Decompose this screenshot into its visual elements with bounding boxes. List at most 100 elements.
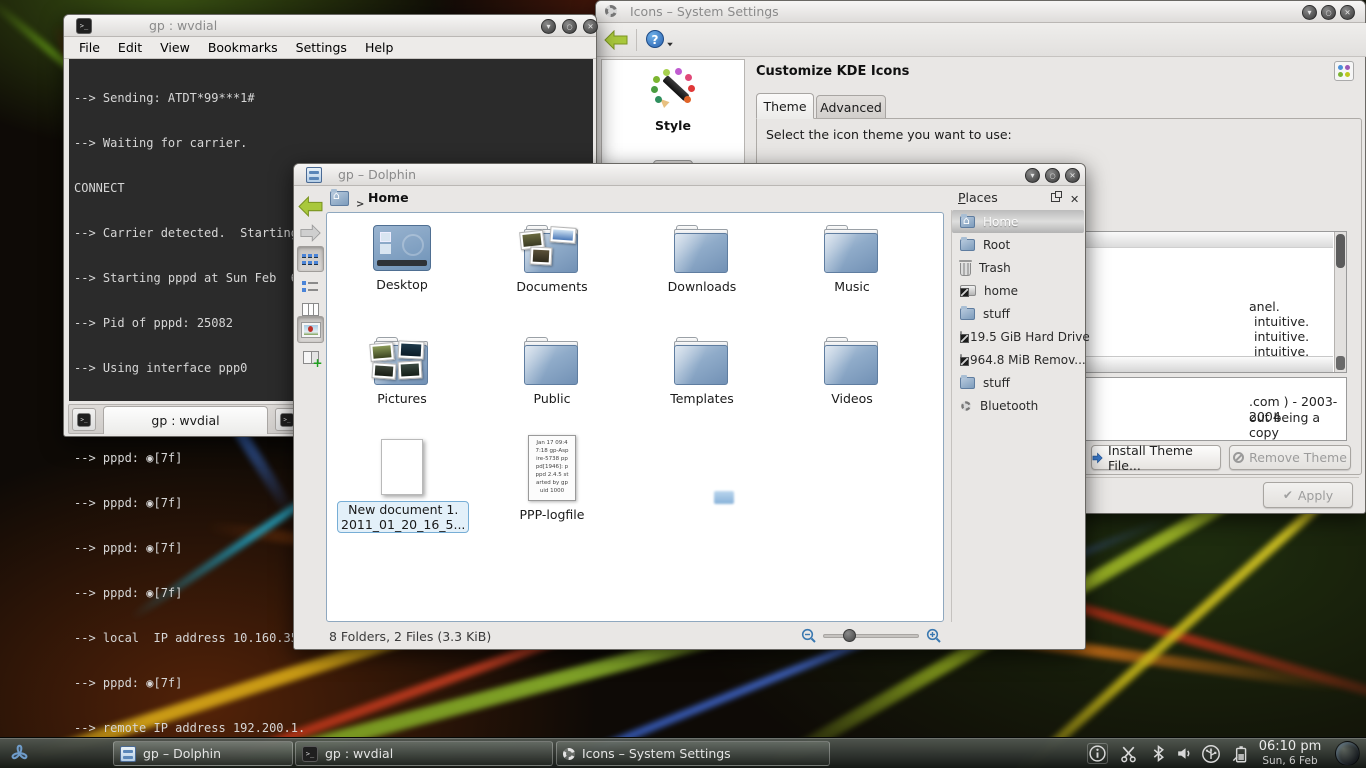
place-removable[interactable]: 964.8 MiB Remov...	[952, 348, 1084, 371]
zoom-slider-handle[interactable]	[843, 629, 856, 642]
app-launcher-icon[interactable]	[6, 740, 33, 767]
place-home[interactable]: Home	[952, 210, 1084, 233]
preview-icon	[302, 323, 320, 337]
taskbar-panel: gp – Dolphin gp : wvdial Icons – System …	[0, 737, 1366, 768]
place-bluetooth[interactable]: Bluetooth	[952, 394, 1084, 417]
apply-button[interactable]: ✔ Apply	[1263, 482, 1353, 508]
menu-file[interactable]: File	[70, 40, 109, 55]
sidebar-item-label: Style	[602, 118, 744, 133]
minimize-button[interactable]	[541, 19, 556, 34]
gear-icon	[563, 748, 575, 760]
folder-view[interactable]: Desktop Documents Downloads	[326, 212, 944, 622]
tab-gp-wvdial[interactable]: gp : wvdial	[103, 406, 268, 434]
file-item-pictures[interactable]: Pictures	[337, 337, 467, 406]
terminal-line: --> pppd: ◉[7f]	[74, 676, 588, 691]
place-trash[interactable]: Trash	[952, 256, 1084, 279]
breadcrumb-home-icon[interactable]	[330, 191, 350, 208]
window-title: gp : wvdial	[149, 18, 217, 33]
chevron-down-icon[interactable]	[667, 43, 673, 47]
icon-sizes-icon[interactable]	[1334, 61, 1354, 81]
file-item-new-document[interactable]: New document 1. 2011_01_20_16_5...	[337, 439, 467, 533]
maximize-button[interactable]	[1045, 168, 1060, 183]
place-hard-drive[interactable]: 19.5 GiB Hard Drive	[952, 325, 1084, 348]
sidebar-item-style[interactable]: Style	[602, 66, 744, 152]
terminal-line: --> Waiting for carrier.	[74, 136, 588, 151]
back-arrow-icon[interactable]	[604, 30, 628, 50]
toolbar-separator	[636, 29, 637, 51]
remove-icon	[1233, 452, 1244, 463]
file-item-public[interactable]: Public	[487, 337, 617, 406]
clipboard-scissors-icon[interactable]	[1119, 744, 1138, 767]
place-home-partition[interactable]: home	[952, 279, 1084, 302]
notifications-icon[interactable]	[1087, 743, 1108, 764]
taskbar-task-dolphin[interactable]: gp – Dolphin	[113, 741, 293, 766]
forward-arrow-icon[interactable]	[300, 224, 321, 242]
install-theme-button[interactable]: Install Theme File...	[1091, 445, 1221, 470]
menu-edit[interactable]: Edit	[109, 40, 151, 55]
close-button[interactable]	[1340, 5, 1355, 20]
file-item-videos[interactable]: Videos	[787, 337, 917, 406]
close-panel-icon[interactable]	[1070, 188, 1079, 207]
device-notifier-icon[interactable]	[1201, 744, 1221, 768]
drive-icon	[960, 285, 976, 296]
panel-cashew-icon[interactable]	[1335, 741, 1360, 766]
install-arrow-icon	[1092, 452, 1103, 464]
status-text: 8 Folders, 2 Files (3.3 KiB)	[329, 629, 491, 644]
new-tab-button[interactable]	[72, 408, 96, 431]
icons-view-button[interactable]	[297, 246, 324, 272]
folder-icon	[637, 225, 767, 273]
breadcrumb[interactable]: Home	[368, 190, 409, 205]
close-button[interactable]	[583, 19, 598, 34]
zoom-slider-track[interactable]	[823, 634, 919, 638]
file-item-downloads[interactable]: Downloads	[637, 225, 767, 294]
tab-advanced[interactable]: Advanced	[816, 95, 886, 119]
list-text-fragment: intuitive.	[1254, 314, 1309, 329]
minimize-button[interactable]	[1025, 168, 1040, 183]
battery-icon[interactable]	[1230, 744, 1250, 768]
taskbar-task-system-settings[interactable]: Icons – System Settings	[556, 741, 830, 766]
place-stuff[interactable]: stuff	[952, 302, 1084, 325]
menu-help[interactable]: Help	[356, 40, 403, 55]
split-view-button[interactable]	[297, 346, 324, 368]
minimize-button[interactable]	[1302, 5, 1317, 20]
remove-theme-button[interactable]: Remove Theme	[1229, 445, 1351, 470]
scrollbar-handle[interactable]	[1336, 234, 1345, 268]
file-item-documents[interactable]: Documents	[487, 225, 617, 294]
bluetooth-icon[interactable]	[1149, 744, 1168, 767]
file-item-desktop[interactable]: Desktop	[337, 225, 467, 292]
terminal-icon	[76, 18, 92, 34]
konsole-titlebar[interactable]: gp : wvdial	[64, 15, 596, 37]
toolbar	[596, 23, 1366, 57]
list-scrollbar[interactable]	[1334, 232, 1346, 372]
float-panel-icon[interactable]	[1051, 193, 1060, 202]
details-view-button[interactable]	[297, 275, 324, 297]
drive-icon	[960, 331, 962, 342]
scrollbar-button[interactable]	[1336, 356, 1345, 370]
clock[interactable]: 06:10 pm Sun, 6 Feb	[1254, 739, 1326, 767]
drive-icon	[960, 354, 962, 365]
selected-file-label: New document 1. 2011_01_20_16_5...	[337, 501, 469, 533]
menu-bookmarks[interactable]: Bookmarks	[199, 40, 287, 55]
dolphin-titlebar[interactable]: gp – Dolphin	[294, 164, 1085, 186]
volume-icon[interactable]	[1175, 744, 1194, 767]
menu-settings[interactable]: Settings	[287, 40, 356, 55]
zoom-out-icon[interactable]	[801, 628, 817, 644]
file-item-templates[interactable]: Templates	[637, 337, 767, 406]
place-root[interactable]: Root	[952, 233, 1084, 256]
place-stuff-2[interactable]: stuff	[952, 371, 1084, 394]
file-item-ppp-logfile[interactable]: Jan 17 09:4 7:18 gp-Asp ire-5738 pp pd[1…	[487, 435, 617, 522]
taskbar-task-wvdial[interactable]: gp : wvdial	[295, 741, 553, 766]
tab-theme[interactable]: Theme	[756, 93, 814, 119]
maximize-button[interactable]	[1321, 5, 1336, 20]
file-item-music[interactable]: Music	[787, 225, 917, 294]
menu-view[interactable]: View	[151, 40, 199, 55]
maximize-button[interactable]	[562, 19, 577, 34]
places-panel-header: Places	[958, 190, 998, 205]
system-settings-titlebar[interactable]: Icons – System Settings	[596, 1, 1365, 23]
back-arrow-icon[interactable]	[298, 196, 323, 217]
close-button[interactable]	[1065, 168, 1080, 183]
preview-toggle-button[interactable]	[297, 316, 324, 343]
zoom-in-icon[interactable]	[926, 628, 942, 644]
places-panel: Home Root Trash home stuff 19.5 GiB Hard…	[951, 210, 1084, 622]
help-icon[interactable]	[646, 30, 664, 48]
